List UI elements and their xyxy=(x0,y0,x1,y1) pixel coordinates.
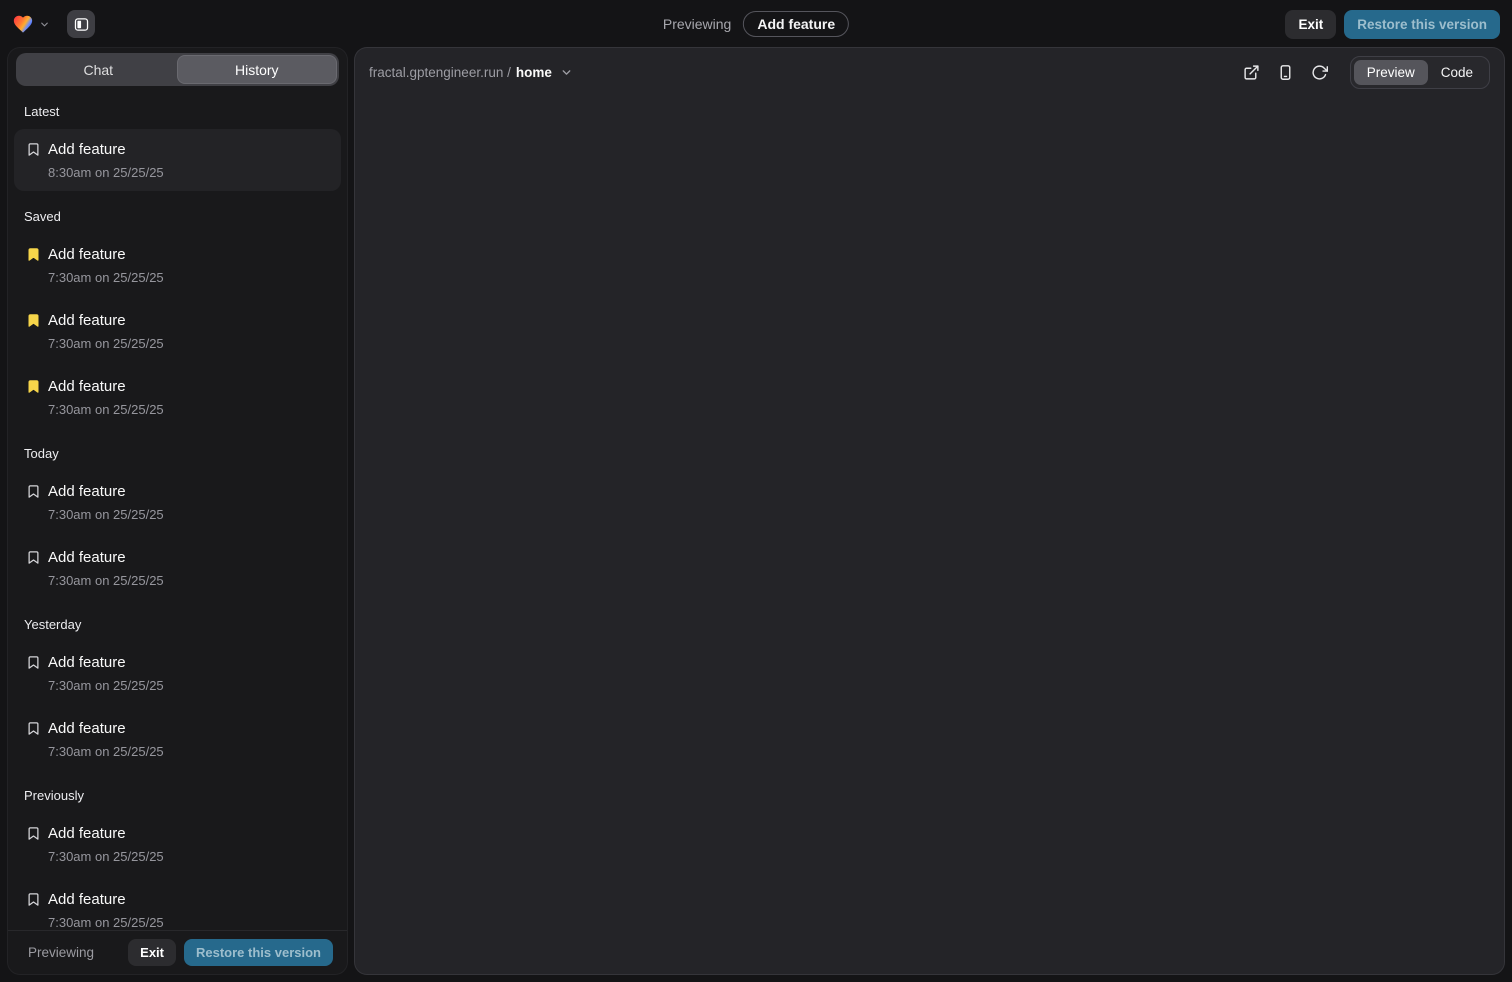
toggle-code-option[interactable]: Code xyxy=(1428,60,1486,85)
open-in-new-tab-button[interactable] xyxy=(1238,58,1266,86)
panel-left-icon xyxy=(73,16,90,33)
section-label: Latest xyxy=(24,104,331,119)
history-item-title: Add feature xyxy=(48,651,164,674)
bookmark-outline-icon xyxy=(26,892,41,907)
bookmark-outline-icon xyxy=(26,484,41,499)
bookmark-outline-icon xyxy=(26,550,41,565)
history-item-text: Add feature 7:30am on 25/25/25 xyxy=(48,309,164,353)
section-label: Saved xyxy=(24,209,331,224)
preview-panel: fractal.gptengineer.run / home xyxy=(355,48,1504,974)
history-item-text: Add feature 7:30am on 25/25/25 xyxy=(48,546,164,590)
history-item-text: Add feature 7:30am on 25/25/25 xyxy=(48,822,164,866)
preview-code-toggle: Preview Code xyxy=(1350,56,1490,89)
smartphone-icon xyxy=(1277,64,1294,81)
history-item-time: 7:30am on 25/25/25 xyxy=(48,505,164,524)
history-item-text: Add feature 7:30am on 25/25/25 xyxy=(48,651,164,695)
history-item[interactable]: Add feature 7:30am on 25/25/25 xyxy=(14,537,341,599)
history-item-text: Add feature 7:30am on 25/25/25 xyxy=(48,717,164,761)
toggle-preview-option[interactable]: Preview xyxy=(1354,60,1428,85)
history-item[interactable]: Add feature 8:30am on 25/25/25 xyxy=(14,129,341,191)
bookmark-outline-icon xyxy=(26,655,41,670)
previewing-status-label: Previewing xyxy=(663,16,731,32)
history-item[interactable]: Add feature 7:30am on 25/25/25 xyxy=(14,708,341,770)
history-item-title: Add feature xyxy=(48,375,164,398)
bookmark-filled-icon xyxy=(26,313,41,328)
bookmark-filled-icon xyxy=(26,247,41,262)
history-item-time: 7:30am on 25/25/25 xyxy=(48,676,164,695)
topbar-center-group: Previewing Add feature xyxy=(663,0,849,48)
url-chevron-down-icon xyxy=(560,66,573,79)
history-item-time: 7:30am on 25/25/25 xyxy=(48,913,164,930)
history-list: Latest Add feature 8:30am on 25/25/25 Saved… xyxy=(8,86,347,930)
refresh-icon xyxy=(1311,64,1328,81)
history-item-text: Add feature 7:30am on 25/25/25 xyxy=(48,375,164,419)
history-item[interactable]: Add feature 7:30am on 25/25/25 xyxy=(14,234,341,296)
preview-url-selector[interactable]: fractal.gptengineer.run / home xyxy=(369,65,573,80)
history-sidebar: Chat History Latest Add feature 8:30am on … xyxy=(8,48,347,974)
topbar-right-group: Exit Restore this version xyxy=(1285,10,1500,39)
footer-exit-button[interactable]: Exit xyxy=(128,939,176,966)
history-item-title: Add feature xyxy=(48,546,164,569)
sidebar-toggle-button[interactable] xyxy=(67,10,95,38)
preview-iframe-area[interactable] xyxy=(355,96,1504,974)
history-item[interactable]: Add feature 7:30am on 25/25/25 xyxy=(14,879,341,930)
history-item[interactable]: Add feature 7:30am on 25/25/25 xyxy=(14,300,341,362)
history-item-text: Add feature 8:30am on 25/25/25 xyxy=(48,138,164,182)
section-label: Today xyxy=(24,446,331,461)
history-item-text: Add feature 7:30am on 25/25/25 xyxy=(48,480,164,524)
footer-restore-version-button[interactable]: Restore this version xyxy=(184,939,333,966)
preview-url-prefix: fractal.gptengineer.run / xyxy=(369,65,511,80)
exit-button[interactable]: Exit xyxy=(1285,10,1336,39)
topbar-left-group xyxy=(12,10,95,38)
project-menu-chevron-down-icon[interactable] xyxy=(39,19,50,30)
history-item-title: Add feature xyxy=(48,480,164,503)
history-item-text: Add feature 7:30am on 25/25/25 xyxy=(48,243,164,287)
history-item[interactable]: Add feature 7:30am on 25/25/25 xyxy=(14,813,341,875)
history-item-time: 7:30am on 25/25/25 xyxy=(48,742,164,761)
preview-header: fractal.gptengineer.run / home xyxy=(355,48,1504,96)
sidebar-footer: Previewing Exit Restore this version xyxy=(8,930,347,974)
history-item-time: 7:30am on 25/25/25 xyxy=(48,847,164,866)
history-item-title: Add feature xyxy=(48,243,164,266)
section-label: Yesterday xyxy=(24,617,331,632)
lovable-heart-logo-icon[interactable] xyxy=(12,13,34,35)
tab-chat[interactable]: Chat xyxy=(19,56,178,83)
topbar: Previewing Add feature Exit Restore this… xyxy=(0,0,1512,48)
history-item-time: 7:30am on 25/25/25 xyxy=(48,334,164,353)
history-item-title: Add feature xyxy=(48,138,164,161)
history-item-title: Add feature xyxy=(48,888,164,911)
preview-toolbar: Preview Code xyxy=(1238,56,1490,89)
history-item-title: Add feature xyxy=(48,822,164,845)
restore-version-button[interactable]: Restore this version xyxy=(1344,10,1500,39)
history-item-text: Add feature 7:30am on 25/25/25 xyxy=(48,888,164,930)
bookmark-outline-icon xyxy=(26,142,41,157)
tab-history[interactable]: History xyxy=(178,56,337,83)
sidebar-tab-switcher: Chat History xyxy=(16,53,339,86)
bookmark-outline-icon xyxy=(26,721,41,736)
version-badge[interactable]: Add feature xyxy=(743,11,849,37)
history-item-title: Add feature xyxy=(48,717,164,740)
bookmark-outline-icon xyxy=(26,826,41,841)
history-item-time: 7:30am on 25/25/25 xyxy=(48,268,164,287)
history-item[interactable]: Add feature 7:30am on 25/25/25 xyxy=(14,642,341,704)
footer-previewing-label: Previewing xyxy=(28,945,94,960)
mobile-view-button[interactable] xyxy=(1272,58,1300,86)
bookmark-filled-icon xyxy=(26,379,41,394)
section-label: Previously xyxy=(24,788,331,803)
history-item[interactable]: Add feature 7:30am on 25/25/25 xyxy=(14,366,341,428)
history-item-time: 7:30am on 25/25/25 xyxy=(48,571,164,590)
external-link-icon xyxy=(1243,64,1260,81)
history-item-time: 8:30am on 25/25/25 xyxy=(48,163,164,182)
preview-url-page: home xyxy=(516,65,552,80)
history-item[interactable]: Add feature 7:30am on 25/25/25 xyxy=(14,471,341,533)
history-item-title: Add feature xyxy=(48,309,164,332)
refresh-preview-button[interactable] xyxy=(1306,58,1334,86)
history-item-time: 7:30am on 25/25/25 xyxy=(48,400,164,419)
